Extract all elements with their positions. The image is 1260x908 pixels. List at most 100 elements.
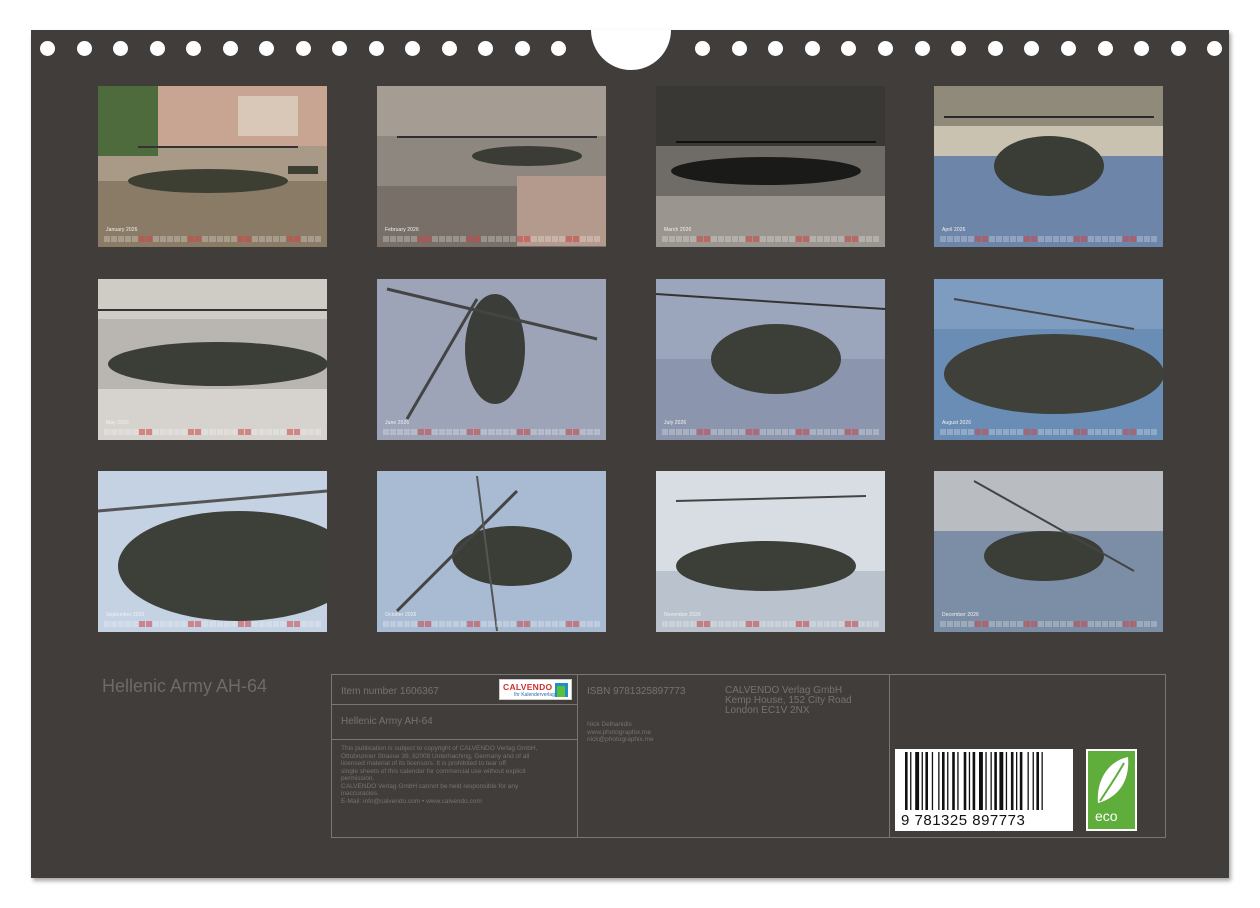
month-thumbnail-april[interactable]: April 2026: [934, 86, 1163, 247]
binding-hole: [551, 41, 566, 56]
month-label: September 2026: [106, 612, 145, 618]
binding-hole: [478, 41, 493, 56]
month-thumbnail-november[interactable]: November 2026: [656, 471, 885, 632]
binding-hole: [1097, 41, 1113, 56]
barcode-bar: [994, 752, 997, 810]
barcode-bar: [938, 752, 940, 810]
month-label: June 2026: [385, 420, 410, 426]
barcode-bar: [1005, 752, 1008, 810]
barcode-bar: [921, 752, 923, 810]
day-strip: [383, 428, 600, 436]
barcode-bar: [915, 752, 920, 810]
barcode-bar: [979, 752, 983, 810]
helicopter-photo-august: [934, 279, 1163, 440]
barcode-bar: [999, 752, 1004, 810]
helicopter-photo-april: [934, 86, 1163, 247]
barcode-bar: [963, 752, 967, 810]
binding-hole: [695, 41, 710, 56]
barcode-bar: [1032, 752, 1034, 810]
binding-hole: [76, 41, 92, 56]
barcode-bar: [957, 752, 959, 810]
month-label: August 2026: [942, 420, 972, 426]
item-number: Item number 1606367: [341, 686, 439, 697]
barcode-bar: [942, 752, 945, 810]
month-thumbnail-december[interactable]: December 2026: [934, 471, 1163, 632]
info-column-isbn: ISBN 9781325897773 CALVENDO Verlag GmbH K…: [578, 675, 890, 837]
day-strip: [662, 428, 879, 436]
eco-badge-fill: eco: [1088, 751, 1135, 829]
binding-hole: [1170, 41, 1186, 56]
logo-brand: CALVENDO: [503, 682, 553, 692]
month-thumbnail-may[interactable]: May 2026: [98, 279, 327, 440]
helicopter-photo-june: [377, 279, 606, 440]
binding-hole: [186, 41, 201, 56]
binding-hole: [1207, 41, 1223, 56]
day-strip: [940, 235, 1157, 243]
calendar-back-cover: January 2026 February 2026 March 2026 Ap…: [31, 30, 1229, 878]
day-strip: [383, 620, 600, 628]
helicopter-photo-january: [98, 86, 327, 247]
copyright-line: E-Mail: info@calvendo.com • www.calvendo…: [341, 797, 482, 805]
divider: [332, 739, 577, 740]
binding-hole: [951, 41, 967, 56]
day-strip: [383, 235, 600, 243]
month-thumbnail-march[interactable]: March 2026: [656, 86, 885, 247]
barcode-number: 9 781325 897773: [901, 812, 1026, 829]
copyright-line: This publication is subject to copyright…: [341, 745, 538, 752]
binding-hole: [222, 41, 238, 56]
binding-hole: [1024, 41, 1040, 56]
day-strip: [662, 235, 879, 243]
calendar-subtitle: Hellenic Army AH-64: [102, 676, 268, 696]
month-label: February 2026: [385, 227, 419, 233]
binding-hole: [40, 41, 55, 56]
binding-hole: [731, 41, 747, 56]
month-thumbnail-october[interactable]: October 2026: [377, 471, 606, 632]
divider: [332, 704, 577, 705]
barcode-bars: [905, 752, 1043, 810]
barcode-bar: [972, 752, 976, 810]
author-line: Nick Delhanidis: [587, 721, 632, 728]
barcode-bar: [1019, 752, 1023, 810]
barcode-bar: [925, 752, 928, 810]
helicopter-photo-july: [656, 279, 885, 440]
binding-hole: [332, 41, 347, 56]
author-line: www.photographix.me: [587, 728, 651, 736]
month-thumbnail-september[interactable]: September 2026: [98, 471, 327, 632]
logo-tagline: Ihr Kalenderverlag: [514, 692, 555, 698]
month-thumbnail-july[interactable]: July 2026: [656, 279, 885, 440]
info-title: Hellenic Army AH-64: [341, 716, 433, 727]
binding-hole: [295, 41, 311, 56]
binding-hole: [441, 41, 457, 56]
binding-hole: [368, 41, 384, 56]
day-strip: [104, 620, 321, 628]
month-thumbnail-february[interactable]: February 2026: [377, 86, 606, 247]
binding-hole: [259, 41, 274, 56]
binding-hole: [987, 41, 1003, 56]
copyright-line: single sheets of this calendar for comme…: [341, 767, 526, 775]
info-column-barcode: 9 781325 897773 eco: [890, 675, 1165, 837]
binding-hole: [514, 41, 530, 56]
month-label: May 2026: [106, 420, 129, 426]
binding-hole: [768, 41, 784, 56]
helicopter-photo-december: [934, 471, 1163, 632]
barcode-bar: [1036, 752, 1039, 810]
day-strip: [940, 620, 1157, 628]
month-thumbnail-june[interactable]: June 2026: [377, 279, 606, 440]
month-thumbnail-august[interactable]: August 2026: [934, 279, 1163, 440]
publisher-line: London EC1V 2NX: [725, 705, 810, 716]
day-strip: [104, 428, 321, 436]
barcode-bar: [952, 752, 955, 810]
barcode-bar: [968, 752, 971, 810]
month-label: October 2026: [385, 612, 417, 618]
copyright-line: inaccuracies.: [341, 790, 379, 797]
binding-hole: [149, 41, 165, 56]
eco-label: eco: [1095, 808, 1118, 824]
binding-hole: [113, 41, 128, 56]
helicopter-photo-february: [377, 86, 606, 247]
day-strip: [940, 428, 1157, 436]
copyright-text: This publication is subject to copyright…: [341, 745, 573, 805]
month-thumbnail-january[interactable]: January 2026: [98, 86, 327, 247]
binding-hole: [405, 41, 420, 56]
binding-hole: [914, 41, 930, 56]
month-label: November 2026: [664, 612, 701, 618]
